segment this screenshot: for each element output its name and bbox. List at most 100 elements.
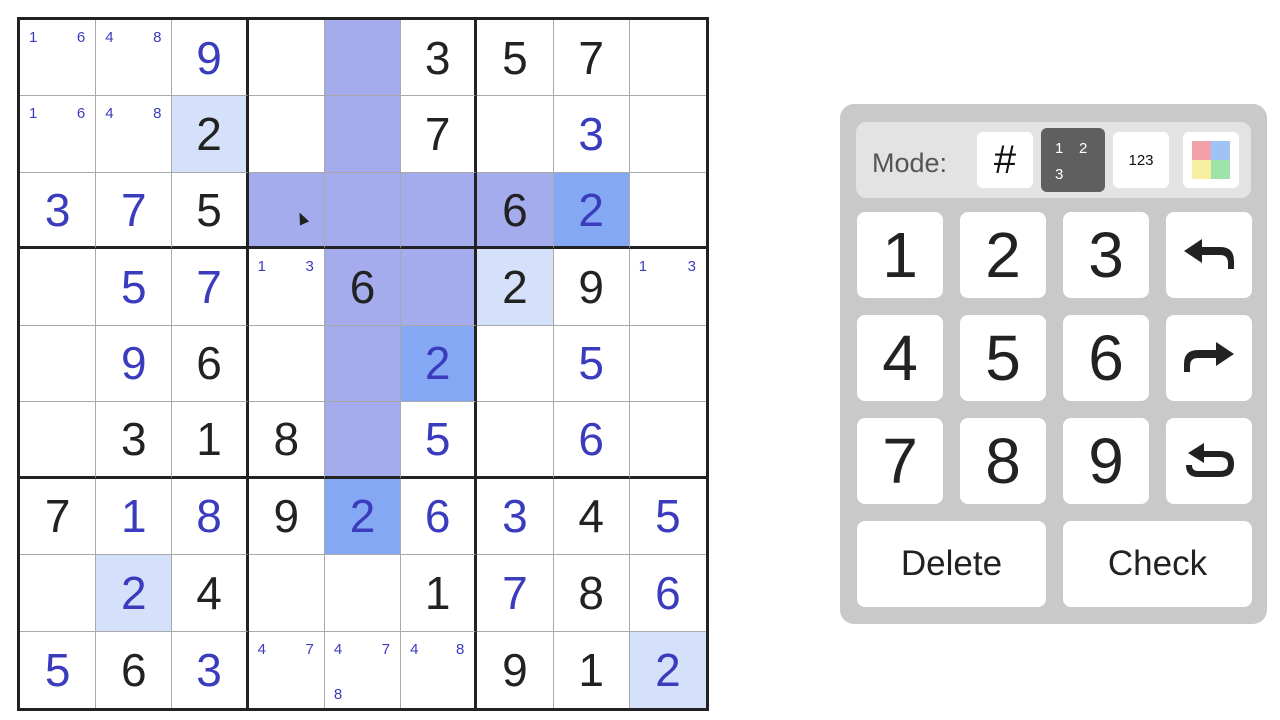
sudoku-cell[interactable] [477,325,554,403]
sudoku-cell[interactable]: 5 [629,479,706,556]
sudoku-cell[interactable]: 5 [96,249,173,326]
sudoku-cell[interactable]: 4 [172,555,249,632]
sudoku-cell[interactable] [20,555,97,632]
sudoku-cell[interactable] [20,325,97,403]
sudoku-cell[interactable] [20,249,97,326]
sudoku-cell[interactable]: 9 [553,249,630,326]
sudoku-cell[interactable] [248,96,325,173]
delete-button[interactable]: Delete [857,521,1046,607]
sudoku-cell[interactable]: 3 [96,402,173,479]
sudoku-cell[interactable]: 7 [401,96,478,173]
sudoku-cell[interactable] [629,326,706,403]
mode-123-button[interactable]: 123 [1113,132,1169,188]
sudoku-cell[interactable] [324,402,402,479]
sudoku-cell[interactable]: 7 [553,20,630,97]
sudoku-cell[interactable]: 16 [20,20,97,97]
sudoku-cell[interactable] [248,20,325,97]
sudoku-cell[interactable] [477,402,554,479]
sudoku-cell[interactable]: 6 [324,249,402,326]
sudoku-cell[interactable]: 2 [629,631,706,708]
sudoku-cell[interactable]: 6 [477,172,554,250]
sudoku-cell[interactable] [324,555,402,632]
sudoku-cell[interactable] [629,20,706,97]
sudoku-cell[interactable]: 48 [401,631,478,708]
undo-button[interactable] [1166,212,1252,298]
sudoku-cell[interactable]: 7 [20,478,97,556]
sudoku-cell[interactable] [248,172,325,250]
sudoku-cell[interactable]: 2 [324,478,402,556]
sudoku-cell[interactable]: 8 [248,402,325,479]
mode-candidates-button[interactable]: 1 2 3 [1041,128,1105,192]
number-key-4[interactable]: 4 [857,315,943,401]
cell-digit: 5 [502,31,528,84]
sudoku-cell[interactable] [477,96,554,173]
sudoku-cell[interactable]: 5 [553,325,630,403]
sudoku-cell[interactable]: 9 [172,20,249,97]
sudoku-cell[interactable]: 8 [172,478,249,556]
number-key-7[interactable]: 7 [857,418,943,504]
restart-button[interactable] [1166,418,1252,504]
sudoku-cell[interactable]: 9 [248,478,325,556]
sudoku-cell[interactable]: 2 [96,555,173,632]
sudoku-cell[interactable] [324,96,402,173]
sudoku-cell[interactable]: 5 [172,172,249,250]
sudoku-cell[interactable]: 5 [401,402,478,479]
sudoku-cell[interactable] [248,555,325,632]
sudoku-cell[interactable]: 6 [172,325,249,403]
sudoku-cell[interactable]: 13 [248,249,325,326]
sudoku-cell[interactable]: 48 [96,20,173,97]
sudoku-cell[interactable]: 2 [401,325,478,403]
sudoku-cell[interactable]: 1 [172,402,249,479]
sudoku-cell[interactable]: 6 [553,402,630,479]
sudoku-cell[interactable]: 7 [477,555,554,632]
sudoku-cell[interactable]: 47 [249,631,325,708]
mode-color-button[interactable] [1183,132,1239,188]
sudoku-cell[interactable]: 3 [20,172,97,250]
sudoku-cell[interactable]: 48 [96,96,173,173]
sudoku-cell[interactable] [629,402,706,479]
sudoku-cell[interactable]: 6 [629,555,706,632]
sudoku-cell[interactable] [20,402,97,479]
mode-normal-button[interactable]: # [977,132,1033,188]
number-key-1[interactable]: 1 [857,212,943,298]
sudoku-cell[interactable] [324,172,402,250]
sudoku-cell[interactable]: 5 [20,631,97,708]
number-key-9[interactable]: 9 [1063,418,1149,504]
sudoku-cell[interactable]: 2 [477,249,554,326]
number-key-8[interactable]: 8 [960,418,1046,504]
sudoku-cell[interactable] [248,325,325,403]
sudoku-cell[interactable]: 8 [553,555,630,632]
sudoku-cell[interactable]: 13 [629,249,706,326]
sudoku-cell[interactable]: 6 [96,631,173,708]
number-key-2[interactable]: 2 [960,212,1046,298]
sudoku-cell[interactable]: 5 [477,20,554,97]
sudoku-cell[interactable] [629,96,706,173]
number-key-5[interactable]: 5 [960,315,1046,401]
sudoku-cell[interactable] [324,325,402,403]
sudoku-cell[interactable]: 1 [554,631,630,708]
sudoku-cell[interactable]: 3 [477,478,554,556]
sudoku-cell[interactable] [401,249,478,326]
sudoku-cell[interactable]: 16 [20,96,97,173]
sudoku-cell[interactable]: 7 [96,172,173,250]
redo-button[interactable] [1166,315,1252,401]
sudoku-cell[interactable]: 9 [477,631,554,708]
check-button[interactable]: Check [1063,521,1252,607]
sudoku-cell[interactable]: 1 [401,555,478,632]
sudoku-cell[interactable]: 3 [553,96,630,173]
sudoku-cell[interactable]: 9 [96,325,173,403]
number-key-3[interactable]: 3 [1063,212,1149,298]
sudoku-cell[interactable]: 2 [172,96,249,173]
sudoku-cell[interactable] [324,20,402,97]
sudoku-cell[interactable]: 1 [96,478,173,556]
sudoku-cell[interactable]: 2 [553,172,630,250]
sudoku-cell[interactable]: 6 [401,478,478,556]
sudoku-cell[interactable]: 3 [401,20,478,97]
sudoku-cell[interactable] [401,172,478,250]
sudoku-cell[interactable] [629,173,706,250]
sudoku-cell[interactable]: 4 [553,478,630,556]
number-key-6[interactable]: 6 [1063,315,1149,401]
sudoku-cell[interactable]: 4 7 8 [325,631,402,708]
sudoku-cell[interactable]: 3 [172,631,249,708]
sudoku-cell[interactable]: 7 [172,249,249,326]
